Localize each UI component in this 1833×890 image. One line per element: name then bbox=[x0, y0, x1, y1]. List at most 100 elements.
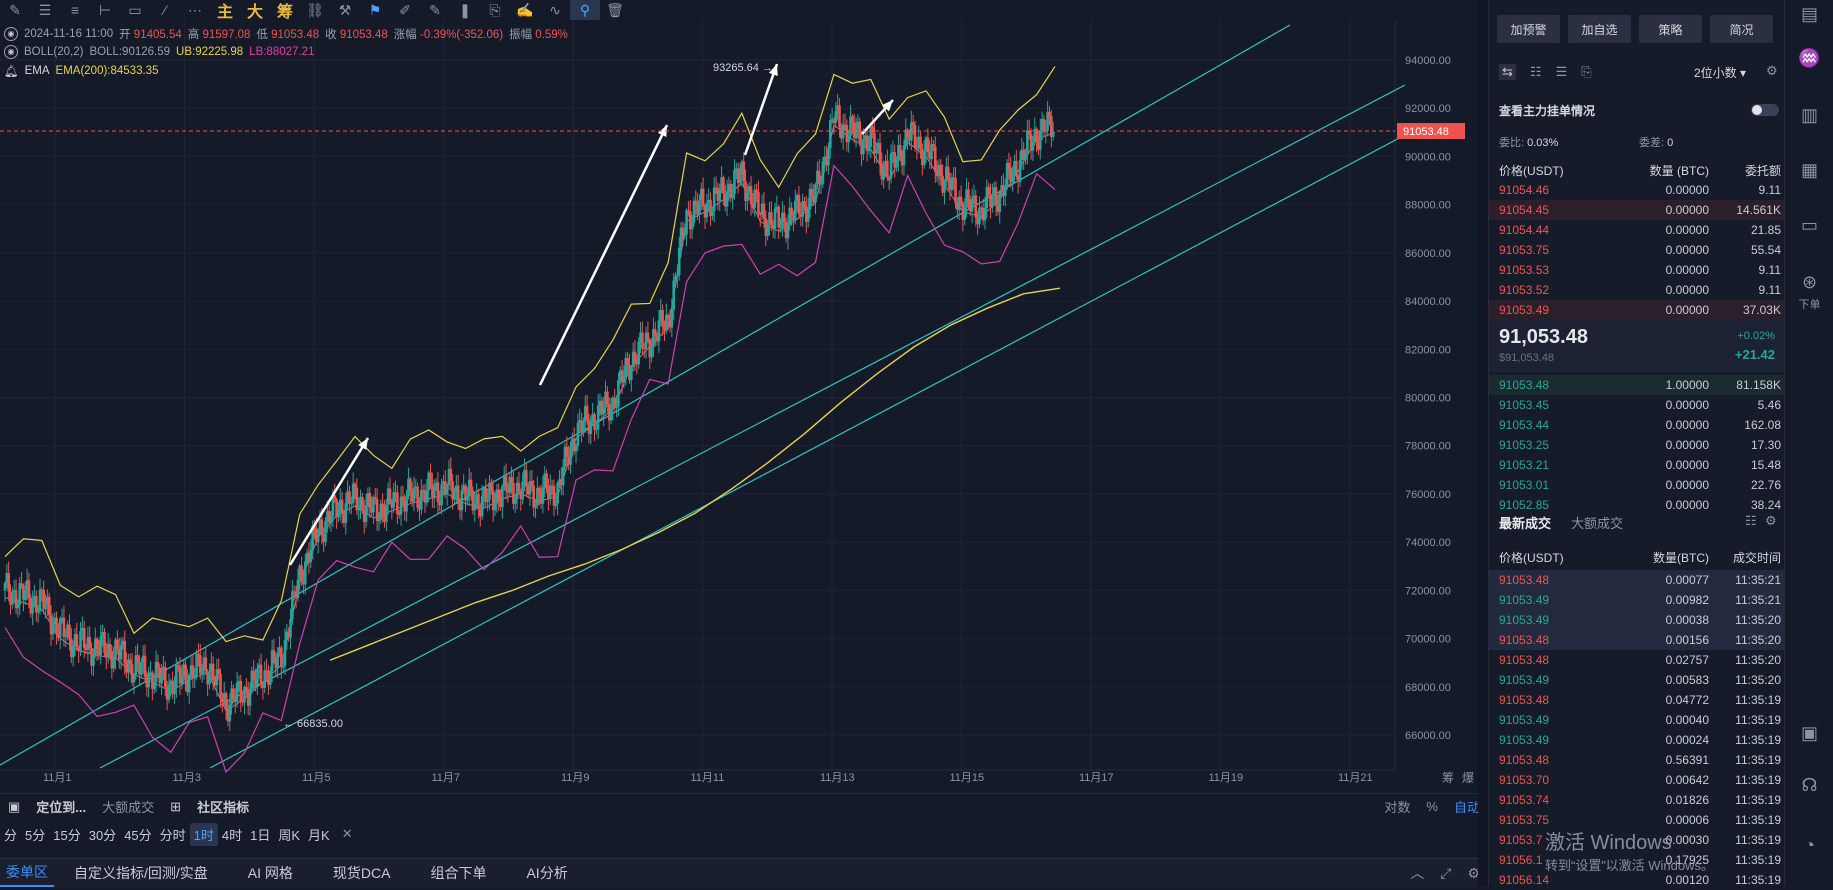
add-alert-button[interactable]: 加预警 bbox=[1497, 15, 1560, 43]
tf-1d[interactable]: 1日 bbox=[246, 825, 274, 844]
ask-row[interactable]: 91053.75 0.00000 55.54 bbox=[1489, 240, 1785, 260]
expand-icon[interactable]: ⤢ bbox=[1432, 865, 1459, 882]
ask-row[interactable]: 91053.53 0.00000 9.11 bbox=[1489, 260, 1785, 280]
locate-button[interactable]: 定位到... bbox=[28, 797, 94, 816]
gear-icon[interactable]: ⚙ bbox=[1766, 63, 1778, 79]
trade-row[interactable]: 91053.49 0.00038 11:35:20 bbox=[1489, 610, 1785, 630]
tab-orders[interactable]: 委单区 bbox=[0, 859, 54, 887]
filter-list-icon[interactable]: ☷ bbox=[1745, 513, 1757, 529]
bid-row[interactable]: 91053.45 0.00000 5.46 bbox=[1489, 395, 1785, 415]
edit-icon[interactable]: ✎ bbox=[420, 0, 450, 20]
community-icon[interactable]: ⊞ bbox=[162, 799, 189, 815]
ask-row[interactable]: 91054.44 0.00000 21.85 bbox=[1489, 220, 1785, 240]
eye-icon[interactable]: ◉ bbox=[4, 27, 18, 41]
depth-icon[interactable]: ⎘ bbox=[1581, 64, 1591, 80]
decimals-select[interactable]: 2位小数 ▾ bbox=[1694, 64, 1746, 81]
eye-icon[interactable]: ◉ bbox=[4, 45, 18, 59]
fib-icon[interactable]: ⁄ bbox=[150, 0, 180, 20]
tab-big-trades[interactable]: 大额成交 bbox=[1571, 513, 1623, 532]
bell-icon[interactable]: 🔔︎ bbox=[4, 64, 19, 78]
pulse-icon[interactable]: ♒ bbox=[1785, 48, 1833, 69]
trade-row[interactable]: 91053.48 0.02757 11:35:20 bbox=[1489, 650, 1785, 670]
trade-row[interactable]: 91053.49 0.00040 11:35:19 bbox=[1489, 710, 1785, 730]
bid-row[interactable]: 91053.21 0.00000 15.48 bbox=[1489, 455, 1785, 475]
tf-15m[interactable]: 15分 bbox=[49, 825, 84, 844]
tf-45m[interactable]: 45分 bbox=[120, 825, 155, 844]
trash-icon[interactable]: 🗑 bbox=[600, 0, 630, 20]
order-icon[interactable]: ⊛ bbox=[1785, 272, 1833, 293]
bids-only-icon[interactable]: ☷ bbox=[1530, 64, 1542, 80]
trade-row[interactable]: 91053.70 0.00642 11:35:19 bbox=[1489, 770, 1785, 790]
close-icon[interactable]: ✕ bbox=[334, 826, 361, 842]
ask-row[interactable]: 91053.52 0.00000 9.11 bbox=[1489, 280, 1785, 300]
magnet-icon[interactable]: ∿ bbox=[540, 0, 570, 20]
ask-row[interactable]: 91053.49 0.00000 37.03K bbox=[1489, 300, 1785, 320]
asks-only-icon[interactable]: ☰ bbox=[1556, 64, 1568, 80]
doc-icon[interactable]: ▤ bbox=[1785, 4, 1833, 25]
log-scale-toggle[interactable]: 对数 bbox=[1376, 797, 1418, 816]
ask-row[interactable]: 91054.46 0.00000 9.11 bbox=[1489, 180, 1785, 200]
big-trade-toggle[interactable]: 大额成交 bbox=[94, 797, 162, 816]
tf-5m[interactable]: 5分 bbox=[21, 825, 49, 844]
tab-ai-grid[interactable]: AI 网格 bbox=[228, 863, 313, 883]
locate-icon[interactable]: ▣ bbox=[0, 799, 28, 815]
bid-row[interactable]: 91053.44 0.00000 162.08 bbox=[1489, 415, 1785, 435]
link-icon[interactable]: ⛓ bbox=[300, 0, 330, 20]
ruler-icon[interactable]: ⊢ bbox=[90, 0, 120, 20]
depth-toggle[interactable] bbox=[1751, 104, 1779, 116]
tf-1m[interactable]: 分 bbox=[0, 825, 21, 844]
community-indicator[interactable]: 社区指标 bbox=[189, 797, 257, 816]
tools-icon[interactable]: ⚒ bbox=[330, 0, 360, 20]
trade-row[interactable]: 91053.49 0.00982 11:35:21 bbox=[1489, 590, 1785, 610]
candle-icon[interactable]: ❚ bbox=[450, 0, 480, 20]
tab-custom-indicator[interactable]: 自定义指标/回测/实盘 bbox=[54, 863, 228, 883]
tf-4h[interactable]: 4时 bbox=[218, 825, 246, 844]
ask-row[interactable]: 91054.45 0.00000 14.561K bbox=[1489, 200, 1785, 220]
strategy-button[interactable]: 策略 bbox=[1639, 15, 1702, 43]
price-chart[interactable]: 94000.00 92000.00 90000.00 88000.00 86000.00… bbox=[0, 0, 1488, 793]
tab-latest-trades[interactable]: 最新成交 bbox=[1499, 513, 1551, 532]
trade-row[interactable]: 91053.74 0.01826 11:35:19 bbox=[1489, 790, 1785, 810]
headset-icon[interactable]: ☊ bbox=[1785, 775, 1833, 796]
chat-icon[interactable]: ◔ bbox=[1785, 835, 1833, 856]
trade-row[interactable]: 91053.48 0.00077 11:35:21 bbox=[1489, 570, 1785, 590]
overview-button[interactable]: 简况 bbox=[1710, 15, 1773, 43]
both-sides-icon[interactable]: ⇆ bbox=[1499, 64, 1516, 80]
tab-combo-order[interactable]: 组合下单 bbox=[410, 863, 506, 883]
tf-1w[interactable]: 周K bbox=[274, 825, 304, 844]
hlines-icon[interactable]: ☰ bbox=[30, 0, 60, 20]
tab-main[interactable]: 主 bbox=[210, 0, 240, 21]
rect-icon[interactable]: ▭ bbox=[120, 0, 150, 20]
brush-icon[interactable]: ✐ bbox=[390, 0, 420, 20]
more-icon[interactable]: ⋯ bbox=[180, 0, 210, 20]
bid-row[interactable]: 91053.48 1.00000 81.158K bbox=[1489, 375, 1785, 395]
trade-row[interactable]: 91053.48 0.00156 11:35:20 bbox=[1489, 630, 1785, 650]
filter-icon[interactable]: ⚲ bbox=[570, 0, 600, 20]
tf-1mo[interactable]: 月K bbox=[304, 825, 334, 844]
chart-area[interactable]: 94000.00 92000.00 90000.00 88000.00 86000.00… bbox=[0, 0, 1488, 793]
note-icon[interactable]: ✍ bbox=[510, 0, 540, 20]
tf-1h[interactable]: 1时 bbox=[189, 822, 218, 846]
tab-spot-dca[interactable]: 现货DCA bbox=[313, 863, 411, 883]
trade-row[interactable]: 91053.48 0.04772 11:35:19 bbox=[1489, 690, 1785, 710]
bid-row[interactable]: 91053.01 0.00000 22.76 bbox=[1489, 475, 1785, 495]
cards-icon[interactable]: ▭ bbox=[1785, 215, 1833, 236]
tab-big[interactable]: 大 bbox=[240, 0, 270, 21]
tf-line[interactable]: 分时 bbox=[156, 825, 190, 844]
tf-30m[interactable]: 30分 bbox=[85, 825, 120, 844]
bid-row[interactable]: 91052.85 0.00000 38.24 bbox=[1489, 495, 1785, 515]
add-watchlist-button[interactable]: 加自选 bbox=[1568, 15, 1631, 43]
tab-ai-analysis[interactable]: AI分析 bbox=[506, 863, 587, 883]
trades-header-qty[interactable]: 数量(BTC) bbox=[1609, 549, 1709, 566]
tab-chip[interactable]: 筹 bbox=[270, 0, 300, 21]
copy-icon[interactable]: ⎘ bbox=[480, 0, 510, 20]
gear-icon[interactable]: ⚙ bbox=[1765, 513, 1777, 529]
percent-toggle[interactable]: % bbox=[1418, 799, 1446, 814]
lines-icon[interactable]: ≡ bbox=[60, 0, 90, 20]
bookmark-icon[interactable]: ⚑ bbox=[360, 0, 390, 20]
bars-icon[interactable]: ▥ bbox=[1785, 105, 1833, 126]
trade-row[interactable]: 91053.49 0.00024 11:35:19 bbox=[1489, 730, 1785, 750]
calendar-icon[interactable]: ▣ bbox=[1785, 723, 1833, 744]
header-amount[interactable]: 委托额 bbox=[1709, 162, 1781, 179]
bid-row[interactable]: 91053.25 0.00000 17.30 bbox=[1489, 435, 1785, 455]
